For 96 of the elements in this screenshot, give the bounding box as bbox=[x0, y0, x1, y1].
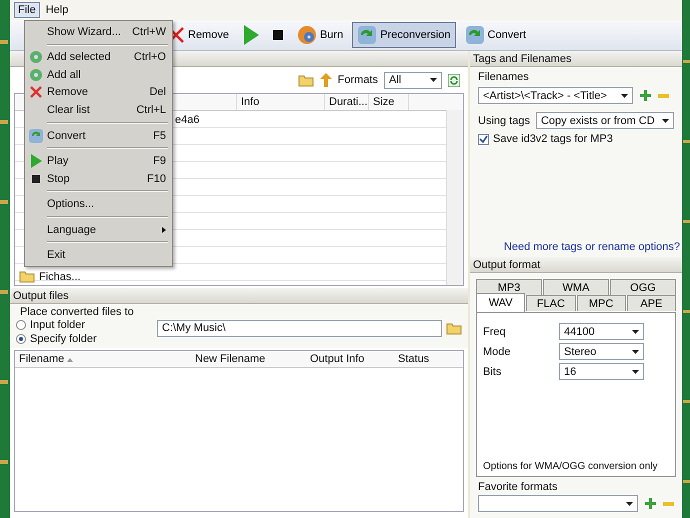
format-tab[interactable]: WAV bbox=[476, 293, 526, 312]
column-header[interactable]: Output Info bbox=[306, 351, 394, 367]
filenames-label: Filenames bbox=[478, 71, 530, 83]
group-title: Place converted files to bbox=[20, 306, 135, 318]
radio-button[interactable] bbox=[16, 320, 26, 330]
shortcut-label: Del bbox=[149, 86, 166, 98]
play-icon bbox=[242, 25, 259, 45]
using-tags-dropdown[interactable]: Copy exists or from CD bbox=[536, 112, 674, 129]
setting-dropdown[interactable]: 16 bbox=[559, 363, 644, 380]
setting-dropdown[interactable]: 44100 bbox=[559, 323, 644, 340]
browse-folder-icon bbox=[446, 322, 462, 334]
folder-name[interactable]: Fichas... bbox=[39, 270, 81, 282]
add-icon[interactable] bbox=[645, 498, 656, 509]
setting-label: Bits bbox=[483, 366, 502, 378]
convert-icon bbox=[28, 128, 44, 144]
setting-dropdown[interactable]: Stereo bbox=[559, 343, 644, 360]
column-header[interactable]: Status bbox=[394, 351, 454, 367]
remove-icon[interactable] bbox=[663, 502, 674, 506]
format-tab[interactable]: MPC bbox=[576, 295, 626, 311]
radio-button[interactable] bbox=[16, 334, 26, 344]
format-tab[interactable]: WMA bbox=[543, 279, 609, 295]
refresh-icon[interactable] bbox=[448, 74, 460, 86]
close-icon bbox=[29, 85, 43, 100]
sort-arrow-icon bbox=[67, 358, 74, 362]
format-tab[interactable]: APE bbox=[626, 295, 676, 311]
menu-item[interactable]: Add selected Ctrl+O bbox=[25, 48, 172, 66]
column-header[interactable]: Filename bbox=[15, 351, 191, 367]
submenu-arrow-icon bbox=[162, 226, 166, 233]
toolbar-button[interactable]: Convert bbox=[460, 22, 532, 48]
section-title: Output files bbox=[13, 290, 69, 302]
up-arrow-icon[interactable] bbox=[320, 73, 332, 87]
favorites-label: Favorite formats bbox=[478, 481, 558, 493]
disc-icon bbox=[296, 25, 317, 45]
dropdown-arrow-icon bbox=[430, 78, 437, 82]
menu-item[interactable]: Show Wizard... Ctrl+W bbox=[25, 23, 172, 41]
menu-item[interactable]: Convert F5 bbox=[25, 126, 172, 144]
filename-pattern-dropdown[interactable]: <Artist>\<Track> - <Title> bbox=[478, 87, 633, 104]
checkbox-label[interactable]: Save id3v2 tags for MP3 bbox=[493, 133, 613, 145]
dropdown-arrow-icon bbox=[632, 370, 639, 374]
formats-dropdown[interactable]: All bbox=[384, 72, 442, 88]
play-icon bbox=[30, 154, 42, 168]
menu-item[interactable]: Exit bbox=[25, 246, 172, 264]
shortcut-label: Ctrl+L bbox=[136, 104, 166, 116]
shortcut-label: F9 bbox=[153, 155, 166, 168]
menu-item[interactable]: Add all bbox=[25, 66, 172, 84]
stop-icon bbox=[272, 30, 283, 40]
format-tab[interactable]: FLAC bbox=[526, 295, 576, 311]
menu-item[interactable]: Help bbox=[42, 2, 72, 18]
menu-item[interactable]: Remove Del bbox=[25, 84, 172, 102]
format-tab[interactable]: OGG bbox=[610, 279, 676, 295]
column-header[interactable]: Durati... bbox=[325, 94, 369, 110]
scrollbar[interactable] bbox=[446, 110, 463, 285]
toolbar-button[interactable]: Burn bbox=[292, 22, 348, 48]
toolbar-button[interactable]: Preconversion bbox=[352, 22, 456, 48]
disc-icon bbox=[29, 68, 43, 82]
conversion-note: Options for WMA/OGG conversion only bbox=[483, 461, 659, 472]
setting-label: Freq bbox=[483, 326, 507, 338]
shortcut-label: F10 bbox=[147, 172, 166, 185]
convert-icon bbox=[464, 25, 485, 45]
remove-icon[interactable] bbox=[658, 94, 669, 98]
formats-label: Formats bbox=[338, 74, 378, 86]
format-tab[interactable]: MP3 bbox=[476, 279, 542, 295]
file-name[interactable]: e4a6 bbox=[175, 114, 200, 126]
menu-item[interactable]: Language bbox=[25, 220, 172, 238]
dropdown-arrow-icon bbox=[662, 118, 669, 122]
column-header[interactable]: Size bbox=[369, 94, 409, 110]
shortcut-label: F5 bbox=[153, 130, 166, 142]
using-tags-label: Using tags bbox=[478, 114, 530, 126]
column-header[interactable]: Info bbox=[237, 94, 325, 110]
folder-field[interactable]: C:\My Music\ bbox=[157, 320, 442, 336]
section-title: Tags and Filenames bbox=[473, 52, 572, 64]
convert-icon bbox=[357, 25, 378, 45]
column-header[interactable]: New Filename bbox=[191, 351, 306, 367]
dropdown-arrow-icon bbox=[632, 330, 639, 334]
favorites-dropdown[interactable] bbox=[478, 495, 638, 512]
menu-item[interactable]: Stop F10 bbox=[25, 170, 172, 188]
section-title: Output format bbox=[473, 258, 540, 270]
stop-icon bbox=[32, 174, 40, 183]
disc-icon bbox=[29, 50, 43, 64]
add-icon[interactable] bbox=[640, 90, 651, 101]
radio-label[interactable]: Input folder bbox=[30, 319, 86, 331]
menu-item[interactable]: File bbox=[14, 2, 40, 18]
menu-item[interactable]: Clear list Ctrl+L bbox=[25, 101, 172, 119]
dropdown-arrow-icon bbox=[621, 94, 628, 98]
rename-options-link[interactable]: Need more tags or rename options? bbox=[504, 241, 680, 253]
setting-label: Mode bbox=[483, 346, 512, 358]
menu-item[interactable]: Play F9 bbox=[25, 152, 172, 170]
menu-item[interactable]: Options... bbox=[25, 195, 172, 213]
radio-label[interactable]: Specify folder bbox=[30, 333, 97, 345]
dropdown-arrow-icon bbox=[632, 350, 639, 354]
shortcut-label: Ctrl+O bbox=[134, 51, 166, 64]
shortcut-label: Ctrl+W bbox=[132, 26, 166, 38]
folder-icon bbox=[19, 270, 35, 283]
checkbox[interactable] bbox=[478, 134, 489, 144]
dropdown-arrow-icon bbox=[626, 502, 633, 506]
browse-folder-icon bbox=[298, 74, 314, 86]
